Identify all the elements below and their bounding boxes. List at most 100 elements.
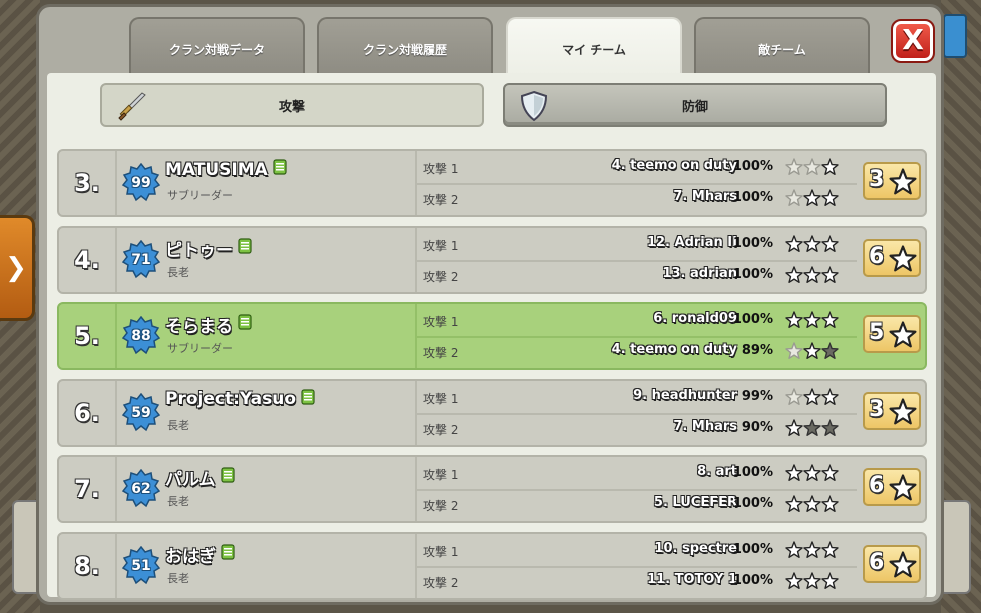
close-button[interactable]: X: [891, 19, 935, 63]
attack-target: 10. spectre: [654, 540, 737, 556]
side-button-top-right[interactable]: [943, 14, 967, 58]
player-role: 長老: [167, 418, 189, 432]
shield-icon: [517, 89, 551, 127]
profile-book-icon[interactable]: [272, 159, 288, 180]
attack-entry: 攻撃 1 12. Adrian II 100%: [417, 230, 857, 262]
attack-stars: [785, 342, 845, 360]
rank-number: 7.: [59, 457, 117, 521]
total-stars-count: 3: [869, 396, 885, 422]
tab-war-history[interactable]: クラン対戦履歴: [317, 17, 493, 77]
level-number: 71: [131, 251, 151, 268]
star-icon: [889, 168, 917, 200]
total-stars-badge: 6: [863, 238, 921, 277]
player-name-wrap[interactable]: パルム: [165, 465, 236, 490]
attack-target: 7. Mhars: [673, 418, 737, 434]
player-name: ピトゥー: [165, 240, 233, 261]
total-stars-count: 5: [869, 320, 885, 345]
attack-entry: 攻撃 1 8. art 100%: [417, 459, 857, 491]
profile-book-icon[interactable]: [220, 467, 236, 488]
attack-percent: 90%: [741, 419, 773, 435]
star-icon: [821, 540, 839, 563]
attack-stars: [785, 387, 845, 406]
attack-target: 9. headhunter: [633, 387, 737, 403]
player-name: MATUSIMA: [165, 159, 268, 180]
level-number: 51: [131, 557, 151, 574]
attack-tab[interactable]: 攻撃: [100, 83, 484, 127]
level-badge: 59: [121, 392, 161, 433]
attack-stars: [785, 189, 845, 207]
attack-entry: 攻撃 1 4. teemo on duty 100%: [417, 153, 857, 185]
attack-percent: 100%: [732, 496, 773, 511]
star-icon: [821, 342, 839, 364]
defense-tab[interactable]: 防御: [503, 83, 887, 127]
player-name-wrap[interactable]: おはぎ: [165, 542, 236, 567]
chevron-right-icon: ❯: [5, 253, 27, 283]
star-icon: [803, 495, 821, 517]
total-stars-badge: 3: [863, 162, 921, 200]
total-stars-badge: 3: [863, 391, 921, 430]
star-icon: [821, 418, 839, 441]
player-name-wrap[interactable]: ピトゥー: [165, 236, 253, 261]
war-panel: クラン対戦データ クラン対戦履歴 マイ チーム 敵チーム X 攻撃 防御 3. …: [36, 4, 944, 605]
star-icon: [803, 342, 821, 364]
attack-percent: 89%: [741, 343, 773, 358]
star-icon: [803, 464, 821, 486]
total-stars-count: 6: [869, 473, 885, 498]
star-icon: [821, 265, 839, 288]
profile-book-icon[interactable]: [300, 388, 316, 410]
tab-my-team[interactable]: マイ チーム: [506, 17, 682, 81]
expand-arrow-button[interactable]: ❯: [0, 215, 35, 321]
attack-stars: [785, 311, 845, 329]
profile-book-icon[interactable]: [237, 237, 253, 259]
star-icon: [821, 495, 839, 517]
attack-label: 攻撃 1: [423, 315, 459, 329]
attack-label: 攻撃 1: [423, 162, 459, 176]
star-icon: [821, 464, 839, 486]
profile-book-icon[interactable]: [237, 314, 253, 335]
sword-icon: [114, 89, 148, 127]
attack-stars: [785, 234, 845, 253]
attack-entry: 攻撃 1 6. ronald09 100%: [417, 306, 857, 338]
star-icon: [785, 418, 803, 441]
star-icon: [785, 387, 803, 410]
total-stars-badge: 5: [863, 315, 921, 353]
star-icon: [889, 397, 917, 430]
player-name: Project:Yasuo: [165, 389, 297, 409]
rank-number: 3.: [59, 151, 117, 215]
member-row[interactable]: 4. 71 ピトゥー 長老 攻撃 1 12. Adrian II 100% 攻撃…: [57, 225, 927, 294]
tab-war-data[interactable]: クラン対戦データ: [129, 17, 305, 77]
star-icon: [821, 189, 839, 211]
attack-target: 12. Adrian II: [646, 234, 737, 250]
attack-percent: 100%: [732, 312, 773, 327]
attack-percent: 99%: [741, 388, 773, 404]
star-icon: [803, 540, 821, 563]
star-icon: [785, 189, 803, 211]
profile-book-icon[interactable]: [220, 543, 236, 565]
star-icon: [785, 464, 803, 486]
attack-target: 11. TOTOY 1: [647, 571, 737, 587]
attack-percent: 100%: [732, 159, 773, 174]
player-role: サブリーダー: [167, 189, 233, 202]
star-icon: [821, 571, 839, 594]
star-icon: [803, 158, 821, 180]
member-row[interactable]: 6. 59 Project:Yasuo 長老 攻撃 1 9. headhunte…: [57, 378, 927, 447]
member-row[interactable]: 3. 99 MATUSIMA サブリーダー 攻撃 1 4. teemo on d…: [57, 149, 927, 217]
player-name-wrap[interactable]: MATUSIMA: [165, 159, 288, 180]
level-badge: 88: [121, 315, 161, 356]
attack-label: 攻撃 2: [423, 193, 459, 207]
attacks-panel: 攻撃 1 6. ronald09 100% 攻撃 2 4. teemo on d…: [415, 304, 857, 368]
attack-label: 攻撃 2: [423, 422, 459, 437]
player-name-wrap[interactable]: Project:Yasuo: [165, 388, 316, 410]
member-row[interactable]: 7. 62 パルム 長老 攻撃 1 8. art 100% 攻撃 2 5. LU…: [57, 455, 927, 523]
player-name-wrap[interactable]: そらまる: [165, 312, 253, 337]
tab-enemy-team[interactable]: 敵チーム: [694, 17, 870, 77]
star-icon: [785, 495, 803, 517]
member-row[interactable]: 8. 51 おはぎ 長老 攻撃 1 10. spectre 100% 攻撃 2 …: [57, 531, 927, 600]
rank-number: 4.: [59, 227, 117, 292]
level-number: 88: [131, 328, 151, 344]
star-icon: [803, 265, 821, 288]
star-icon: [785, 265, 803, 288]
player-role: サブリーダー: [167, 342, 233, 355]
rank-number: 6.: [59, 380, 117, 445]
member-row[interactable]: 5. 88 そらまる サブリーダー 攻撃 1 6. ronald09 100% …: [57, 302, 927, 370]
